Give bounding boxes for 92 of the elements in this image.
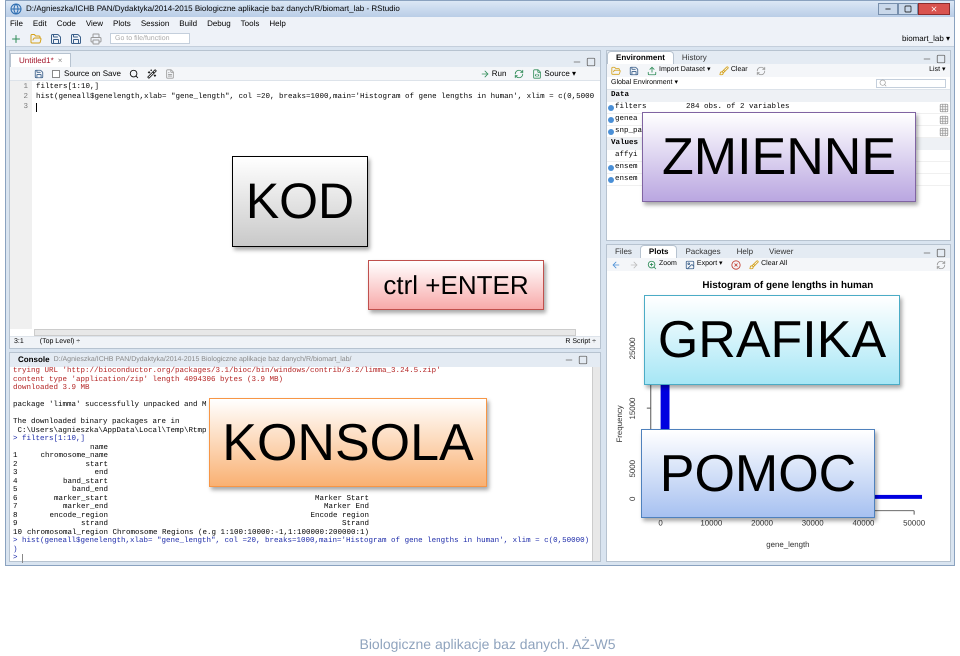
upload-icon [647,66,657,76]
x-tick-label: 0 [658,518,663,528]
y-axis-label: Frequency [615,405,624,442]
refresh-icon[interactable] [936,260,946,270]
menu-item[interactable]: File [10,18,23,30]
search-icon [879,79,887,87]
pane-tab[interactable]: Help [728,245,762,258]
window-title: D:/Agnieszka/ICHB PAN/Dydaktyka/2014-2015 Biologiczne aplikacje baz danych/R/biomart_lab - RStudio [26,3,400,15]
expand-icon[interactable] [608,104,614,110]
remove-plot-icon[interactable] [731,260,742,270]
close-button[interactable] [918,3,950,15]
x-tick-label: 50000 [903,518,926,528]
maximize-button[interactable] [898,3,918,15]
vertical-scrollbar[interactable] [592,367,600,561]
plot-title: Histogram of gene lengths in human [702,280,874,291]
image-icon [684,260,695,270]
horizontal-scrollbar[interactable] [34,329,576,336]
arrow-icon [480,68,490,78]
menu-item[interactable]: Help [269,18,286,30]
callout-label: GRAFIKA [644,295,900,385]
grid-icon[interactable] [939,102,949,112]
refresh-icon[interactable] [756,66,766,76]
callout-label: KOD [232,156,368,247]
maximize-icon [904,5,912,13]
menu-item[interactable]: Build [179,18,198,30]
x-tick-label: 20000 [751,518,773,528]
close-icon [930,5,938,13]
menu-item[interactable]: Session [140,18,170,30]
pane-tab[interactable]: History [674,51,715,64]
pane-tab[interactable]: Viewer [761,245,802,258]
back-icon[interactable] [611,260,621,270]
x-tick-label: 30000 [802,518,824,528]
menu-item[interactable]: Code [56,18,76,30]
source-button[interactable]: Source ▾ [532,68,576,80]
expand-icon[interactable] [608,128,614,134]
grid-icon[interactable] [939,114,949,124]
run-button[interactable]: Run [480,68,506,80]
x-axis-label: gene_length [766,540,810,550]
zoom-icon [647,260,657,270]
menu-item[interactable]: Edit [32,18,47,30]
save-icon[interactable] [50,32,62,44]
menu-item[interactable]: Debug [207,18,231,30]
minimize-button[interactable] [878,3,898,15]
search-field[interactable] [876,78,946,88]
callout-label: ZMIENNE [642,112,916,202]
pane-tab[interactable]: Files [607,245,640,258]
wand-icon[interactable] [146,68,157,78]
brush-icon [749,260,760,270]
save-icon[interactable] [34,68,44,78]
pane-tab[interactable]: Plots [640,245,678,258]
print-icon[interactable] [90,32,102,44]
search-icon[interactable] [128,68,139,78]
brush-icon [718,66,729,76]
x-tick-label: 40000 [852,518,874,528]
pane-tab[interactable]: Packages [677,245,729,258]
y-tick-label: 5000 [628,460,637,478]
text-cursor [36,102,37,112]
x-tick-label: 10000 [700,518,722,528]
menu-item[interactable]: Plots [113,18,131,30]
y-tick-label: 15000 [628,398,637,420]
editor-tab[interactable]: Untitled1* × [10,53,72,67]
expand-icon[interactable] [608,116,614,122]
save-all-icon[interactable] [70,32,82,44]
document-icon[interactable] [164,68,175,78]
new-file-icon[interactable] [10,32,22,44]
menu-item[interactable]: View [86,18,104,30]
y-tick-label: 0 [628,496,637,502]
app-icon [10,3,22,15]
slide-footer: Biologiczne aplikacje baz danych. AŻ-W5 [359,634,616,655]
grid-icon[interactable] [939,126,949,136]
text-cursor [22,554,23,563]
callout-label: ctrl +ENTER [368,260,544,310]
folder-icon[interactable] [30,32,42,44]
expand-icon[interactable] [608,164,614,170]
maximize-icon[interactable] [578,355,588,365]
maximize-icon[interactable] [936,54,946,64]
source-on-save-checkbox[interactable]: Source on Save [52,68,121,80]
maximize-icon[interactable] [936,248,946,258]
pane-tab[interactable]: Environment [607,51,674,64]
folder-icon[interactable] [611,66,621,76]
forward-icon[interactable] [629,260,639,270]
document-icon [532,68,542,78]
console-title: Console [18,354,50,366]
callout-label: POMOC [641,429,875,518]
save-icon[interactable] [629,66,639,76]
callout-label: KONSOLA [209,398,487,487]
project-menu[interactable]: biomart_lab ▾ [902,32,950,44]
maximize-icon[interactable] [586,57,596,67]
rerun-icon[interactable] [514,68,524,78]
menu-item[interactable]: Tools [240,18,260,30]
y-tick-label: 25000 [628,337,637,360]
expand-icon[interactable] [608,176,614,182]
